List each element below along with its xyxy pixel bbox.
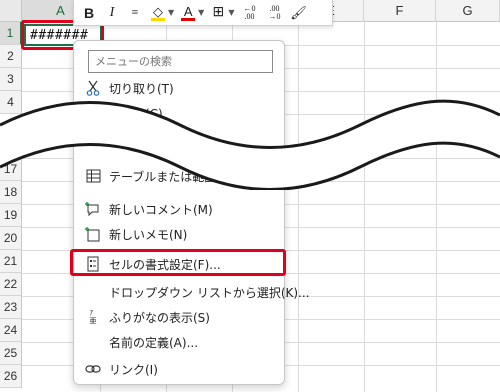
menu-search-input[interactable] <box>88 50 273 73</box>
font-color-swatch <box>181 17 196 21</box>
fill-bucket-icon: ◇ <box>153 3 163 19</box>
font-color-letter: A <box>183 3 193 19</box>
fill-color-button[interactable]: ◇ <box>149 5 167 21</box>
menu-item-new-comment[interactable]: 新しいコメント(M) <box>74 197 284 221</box>
row-header-23[interactable]: 23 <box>0 296 22 319</box>
menu-item-link[interactable]: リンク(I) <box>74 357 284 381</box>
menu-item-label: 新しいコメント(M) <box>109 202 213 217</box>
menu-item-label: 新しいメモ(N) <box>109 227 188 242</box>
mini-toolbar: B I ≡ ◇ ▼ A ▼ ⊞ ▼ ←0 .00 .00 →0 🖌 <box>73 0 333 26</box>
menu-item-show-furigana[interactable]: ｱ亜 ふりがなの表示(S) <box>74 305 284 329</box>
new-note-icon <box>85 226 101 242</box>
scissors-icon <box>85 80 101 96</box>
new-comment-icon <box>85 201 101 217</box>
fill-color-swatch <box>151 17 165 21</box>
menu-item-label: ふりがなの表示(S) <box>109 310 210 325</box>
format-painter-icon[interactable]: 🖌 <box>289 5 307 21</box>
fill-color-dropdown-icon[interactable]: ▼ <box>168 8 174 17</box>
menu-item-label: ドロップダウン リストから選択(K)... <box>109 285 310 300</box>
menu-item-label: 切り取り(T) <box>109 81 174 96</box>
link-icon <box>85 361 101 377</box>
column-header-g[interactable]: G <box>436 0 500 22</box>
row-header-26[interactable]: 26 <box>0 365 22 388</box>
italic-button[interactable]: I <box>103 5 121 21</box>
highlight-box-format-cells <box>70 249 286 276</box>
furigana-icon: ｱ亜 <box>89 309 97 325</box>
row-header-19[interactable]: 19 <box>0 204 22 227</box>
menu-item-define-name[interactable]: 名前の定義(A)... <box>74 330 284 354</box>
increase-decimal-button[interactable]: ←0 .00 <box>239 4 259 21</box>
align-icon[interactable]: ≡ <box>126 5 144 20</box>
select-all-corner[interactable] <box>0 0 22 22</box>
menu-item-label: リンク(I) <box>109 362 158 377</box>
row-header-21[interactable]: 21 <box>0 250 22 273</box>
row-header-2[interactable]: 2 <box>0 45 22 68</box>
row-header-3[interactable]: 3 <box>0 68 22 91</box>
menu-item-pick-from-dropdown[interactable]: ドロップダウン リストから選択(K)... <box>74 280 310 304</box>
menu-item-new-note[interactable]: 新しいメモ(N) <box>74 222 284 246</box>
row-header-20[interactable]: 20 <box>0 227 22 250</box>
row-header-25[interactable]: 25 <box>0 342 22 365</box>
column-header-f[interactable]: F <box>364 0 436 22</box>
borders-dropdown-icon[interactable]: ▼ <box>228 8 234 17</box>
decrease-decimal-button[interactable]: .00 →0 <box>264 4 284 21</box>
menu-item-label: 名前の定義(A)... <box>109 335 199 350</box>
row-header-24[interactable]: 24 <box>0 319 22 342</box>
bold-button[interactable]: B <box>80 5 98 21</box>
row-header-1[interactable]: 1 <box>0 22 22 45</box>
font-color-button[interactable]: A <box>179 5 197 21</box>
context-menu: 切り取り(T) コピー(C) テーブルまたは範囲からデータを... 新しいコメン… <box>73 40 310 385</box>
omission-wave-band <box>0 99 500 190</box>
row-header-22[interactable]: 22 <box>0 273 22 296</box>
borders-button[interactable]: ⊞ <box>209 4 227 21</box>
font-color-dropdown-icon[interactable]: ▼ <box>198 8 204 17</box>
